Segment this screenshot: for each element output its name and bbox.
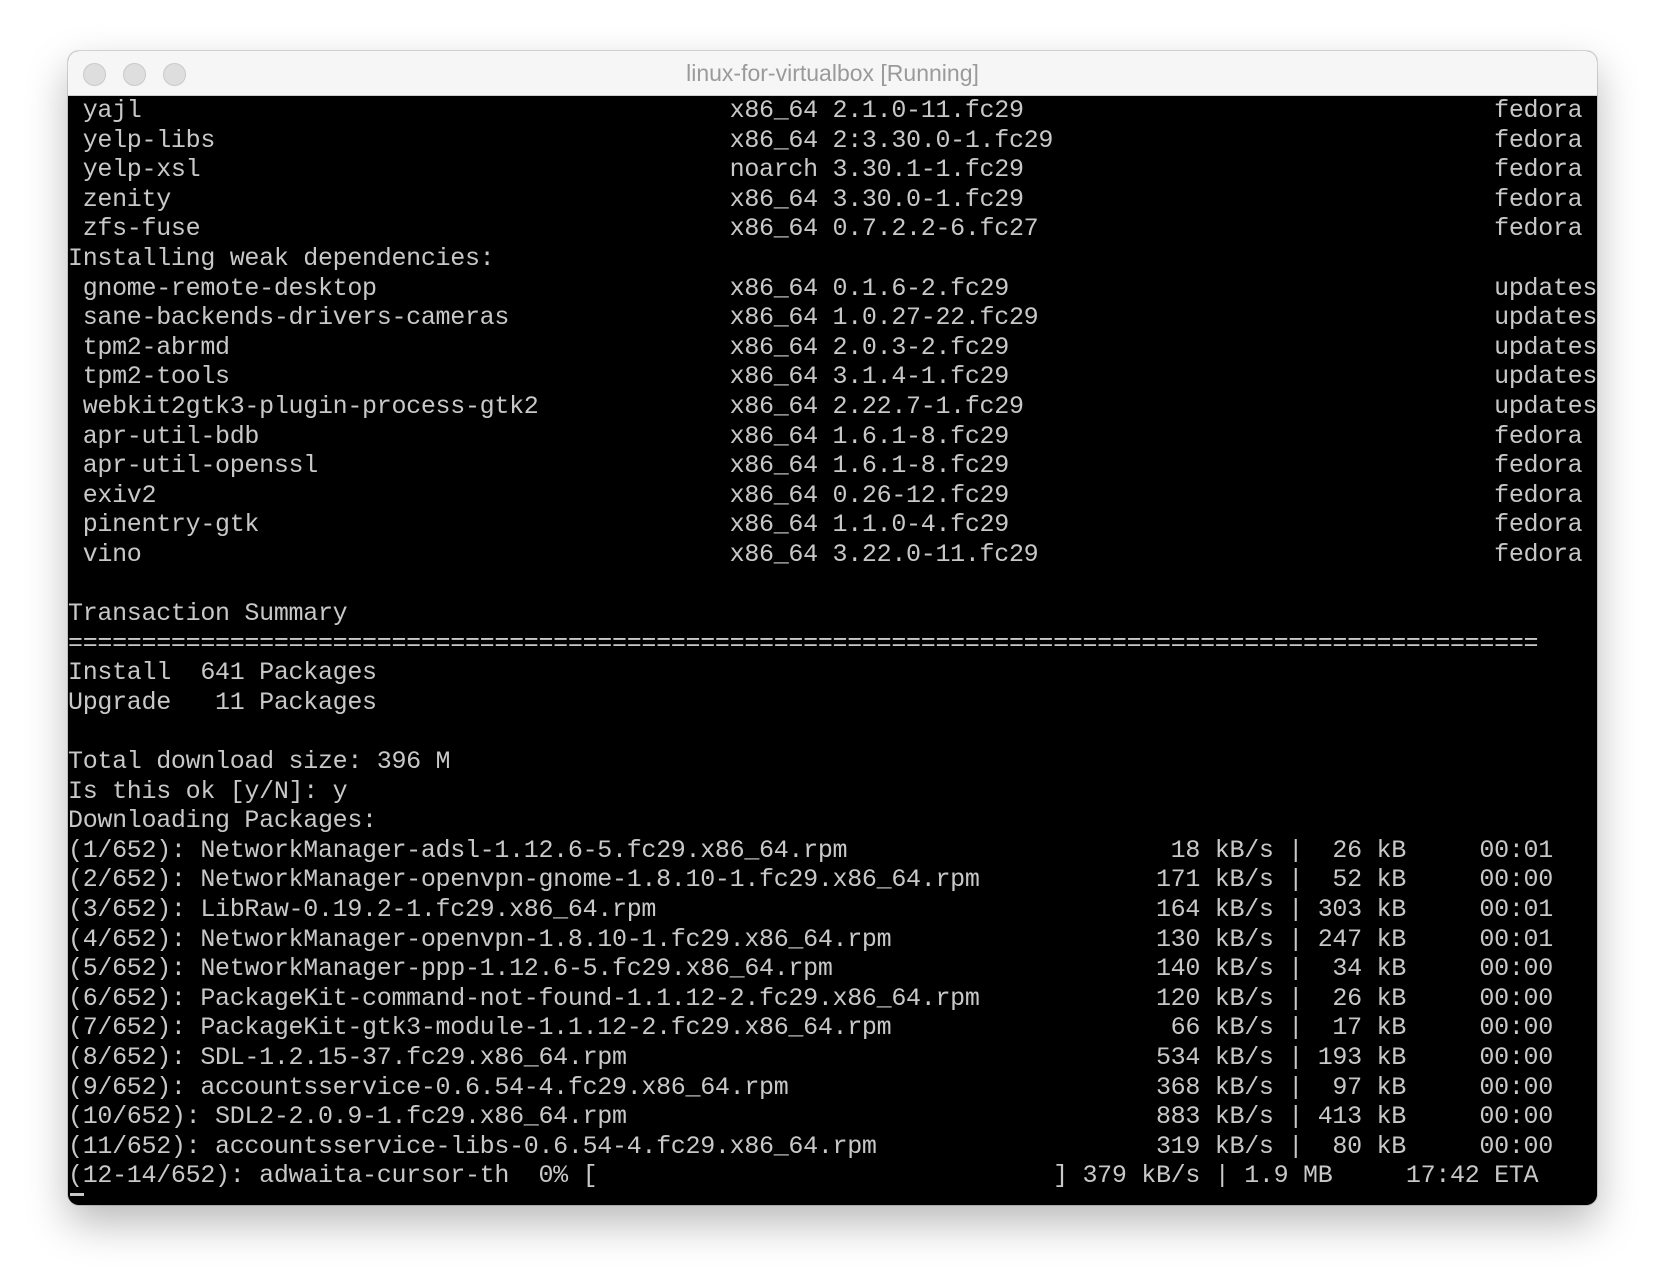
terminal-line: (2/652): NetworkManager-openvpn-gnome-1.… xyxy=(68,865,1553,895)
text-cursor xyxy=(70,1193,84,1196)
terminal-line: Install 641 Packages xyxy=(68,658,377,688)
terminal-line: (8/652): SDL-1.2.15-37.fc29.x86_64.rpm 5… xyxy=(68,1043,1553,1072)
terminal-line: Transaction Summary xyxy=(68,599,348,629)
terminal-line: zenity x86_64 3.30.0-1.fc29 fedora 4.0 M xyxy=(68,184,1597,214)
terminal-line: ========================================… xyxy=(68,628,1539,658)
terminal-line: (11/652): accountsservice-libs-0.6.54-4.… xyxy=(68,1131,1553,1161)
terminal-line: (5/652): NetworkManager-ppp-1.12.6-5.fc2… xyxy=(68,954,1553,984)
terminal-line: Installing weak dependencies: xyxy=(68,243,495,273)
virtualbox-window: linux-for-virtualbox [Running] yajl x86_… xyxy=(68,51,1597,1205)
terminal-line: (3/652): LibRaw-0.19.2-1.fc29.x86_64.rpm… xyxy=(68,895,1553,925)
title-bar[interactable]: linux-for-virtualbox [Running] xyxy=(68,51,1597,96)
terminal-line: (6/652): PackageKit-command-not-found-1.… xyxy=(68,983,1553,1013)
terminal-output: yajl x86_64 2.1.0-11.fc29 fedora 38 k ye… xyxy=(68,96,1597,1191)
terminal-line: apr-util-bdb x86_64 1.6.1-8.fc29 fedora … xyxy=(68,421,1597,451)
terminal-line: tpm2-abrmd x86_64 2.0.3-2.fc29 updates 9… xyxy=(68,332,1597,362)
window-title: linux-for-virtualbox [Running] xyxy=(686,60,979,86)
terminal-line: pinentry-gtk x86_64 1.1.0-4.fc29 fedora … xyxy=(68,510,1597,540)
terminal-line: Is this ok [y/N]: y xyxy=(68,776,348,806)
terminal-line: zfs-fuse x86_64 0.7.2.2-6.fc27 fedora 1.… xyxy=(68,214,1597,244)
terminal-line: Upgrade 11 Packages xyxy=(68,687,377,717)
terminal-line: exiv2 x86_64 0.26-12.fc29 fedora 886 k xyxy=(68,480,1597,510)
terminal-line: yelp-libs x86_64 2:3.30.0-1.fc29 fedora … xyxy=(68,125,1597,155)
terminal-line: gnome-remote-desktop x86_64 0.1.6-2.fc29… xyxy=(68,273,1597,303)
terminal-line: (9/652): accountsservice-0.6.54-4.fc29.x… xyxy=(68,1072,1553,1102)
terminal-line: Total download size: 396 M xyxy=(68,747,451,777)
terminal-line: sane-backends-drivers-cameras x86_64 1.0… xyxy=(68,303,1597,333)
terminal-line: (4/652): NetworkManager-openvpn-1.8.10-1… xyxy=(68,924,1553,954)
vm-console-screen[interactable]: yajl x86_64 2.1.0-11.fc29 fedora 38 k ye… xyxy=(68,96,1597,1205)
terminal-line: Downloading Packages: xyxy=(68,806,377,836)
terminal-line: yelp-xsl noarch 3.30.1-1.fc29 fedora 207… xyxy=(68,155,1597,185)
terminal-line: (7/652): PackageKit-gtk3-module-1.1.12-2… xyxy=(68,1013,1553,1043)
terminal-line: vino x86_64 3.22.0-11.fc29 fedora 439 k xyxy=(68,539,1597,569)
terminal-line: webkit2gtk3-plugin-process-gtk2 x86_64 2… xyxy=(68,391,1597,421)
terminal-line: (10/652): SDL2-2.0.9-1.fc29.x86_64.rpm 8… xyxy=(68,1102,1553,1132)
terminal-line: tpm2-tools x86_64 3.1.4-1.fc29 updates 3… xyxy=(68,362,1597,392)
terminal-line: (1/652): NetworkManager-adsl-1.12.6-5.fc… xyxy=(68,835,1553,865)
terminal-line: (12-14/652): adwaita-cursor-th 0% [ ] 37… xyxy=(68,1161,1539,1191)
terminal-line: apr-util-openssl x86_64 1.6.1-8.fc29 fed… xyxy=(68,451,1597,481)
terminal-line: yajl x86_64 2.1.0-11.fc29 fedora 38 k xyxy=(68,96,1597,125)
